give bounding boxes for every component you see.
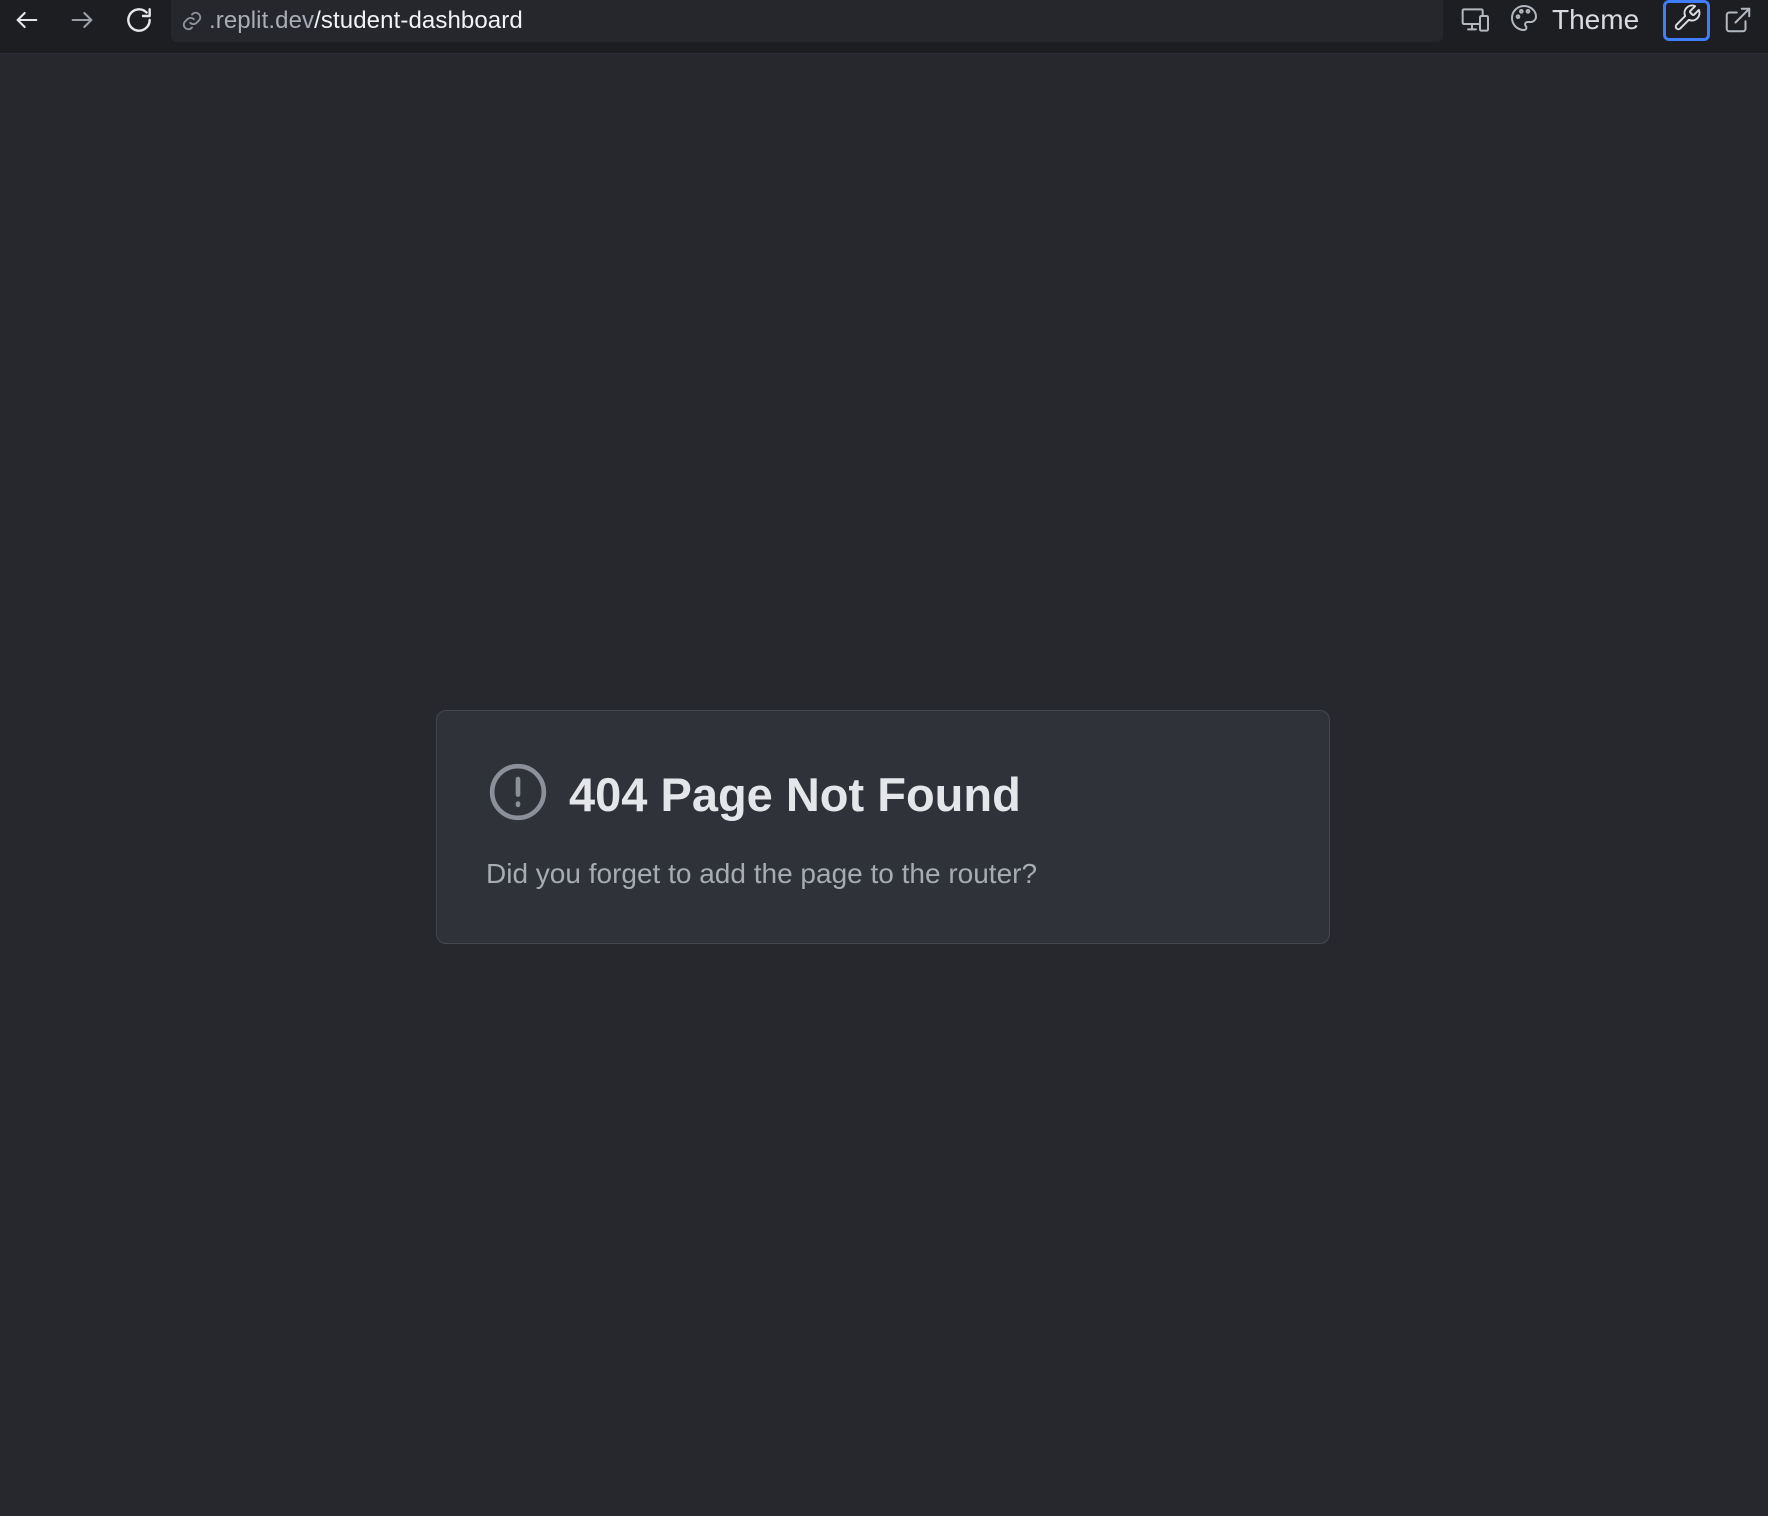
arrow-right-icon	[68, 6, 96, 34]
reload-button[interactable]	[117, 0, 161, 40]
back-button[interactable]	[5, 0, 49, 40]
browser-toolbar: .replit.dev/student-dashboard Theme	[0, 0, 1768, 54]
palette-icon	[1508, 2, 1540, 39]
theme-button[interactable]: Theme	[1508, 0, 1639, 40]
forward-button[interactable]	[60, 0, 104, 40]
url-host: .replit.dev	[209, 7, 315, 34]
external-link-icon	[1723, 5, 1753, 35]
open-in-new-tab-button[interactable]	[1716, 0, 1760, 40]
error-message: Did you forget to add the page to the ro…	[486, 858, 1038, 889]
arrow-left-icon	[13, 6, 41, 34]
address-bar[interactable]: .replit.dev/student-dashboard	[171, 0, 1443, 42]
devtools-button[interactable]	[1663, 0, 1710, 41]
device-preview-button[interactable]	[1454, 0, 1498, 40]
refresh-icon	[123, 4, 155, 36]
link-icon	[179, 8, 205, 34]
devices-icon	[1460, 4, 1492, 36]
theme-label: Theme	[1552, 4, 1640, 35]
wrench-icon	[1672, 3, 1702, 38]
url-path: /student-dashboard	[314, 7, 523, 34]
url-text: .replit.dev/student-dashboard	[209, 7, 523, 35]
page-title: 404 Page Not Found	[569, 768, 1021, 821]
alert-circle-icon	[487, 761, 549, 828]
card-header: 404 Page Not Found	[487, 761, 1021, 828]
not-found-card: 404 Page Not Found Did you forget to add…	[436, 710, 1330, 944]
